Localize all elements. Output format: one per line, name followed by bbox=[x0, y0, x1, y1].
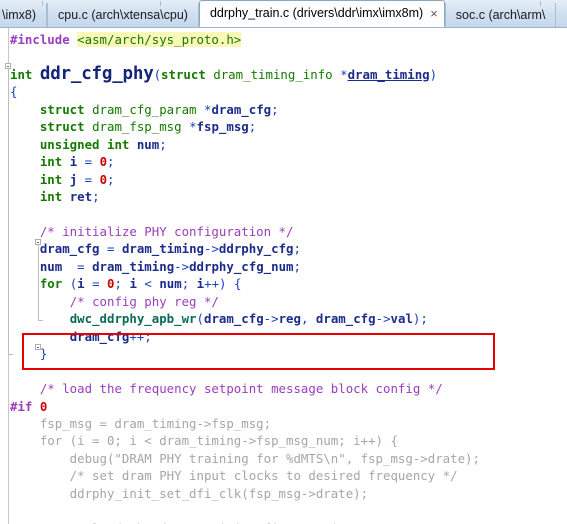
tab-label: ddrphy_train.c (drivers\ddr\imx\imx8m) bbox=[209, 6, 424, 20]
code-line: for (i = 0; i < dram_timing->fsp_msg_num… bbox=[10, 433, 398, 449]
code-line: int ret; bbox=[39, 189, 100, 205]
code-line: num = dram_timing->ddrphy_cfg_num; bbox=[39, 258, 301, 274]
tab-strip-tick bbox=[160, 1, 161, 6]
source-code[interactable]: #include <asm/arch/sys_proto.h> int ddr_… bbox=[0, 28, 567, 524]
code-line: int i = 0; bbox=[39, 154, 115, 170]
code-line: ddrphy_init_set_dfi_clk(fsp_msg->drate); bbox=[10, 485, 369, 501]
code-line: unsigned int num; bbox=[39, 136, 167, 152]
code-line: /* load the frequency setpoint message b… bbox=[39, 381, 443, 397]
code-line: #include <asm/arch/sys_proto.h> bbox=[10, 32, 242, 47]
close-icon[interactable]: × bbox=[430, 7, 438, 20]
code-line: dram_cfg = dram_timing->ddrphy_cfg; bbox=[39, 241, 301, 257]
code-line: struct dram_fsp_msg *fsp_msg; bbox=[39, 119, 257, 135]
code-line: struct dram_cfg_param *dram_cfg; bbox=[39, 101, 279, 117]
tab-label: soc.c (arch\arm\ bbox=[455, 8, 546, 22]
tab-strip-tick bbox=[42, 1, 43, 6]
code-line: /* initialize PHY configuration */ bbox=[39, 223, 294, 239]
code-line: } bbox=[39, 346, 48, 362]
tab-label: cpu.c (arch\xtensa\cpu) bbox=[58, 8, 188, 22]
code-line: #if 0 bbox=[10, 398, 48, 414]
code-line: int j = 0; bbox=[39, 171, 115, 187]
code-line: int ddr_cfg_phy(struct dram_timing_info … bbox=[10, 63, 438, 84]
tab-soc-c[interactable]: soc.c (arch\arm\ bbox=[444, 3, 557, 27]
tab-strip-tick bbox=[540, 1, 541, 6]
tab-label: \imx8) bbox=[2, 8, 37, 22]
code-line: for (i = 0; i < num; i++) { bbox=[39, 276, 242, 292]
tab-cpu-c[interactable]: cpu.c (arch\xtensa\cpu) bbox=[47, 3, 199, 27]
editor-tab-bar[interactable]: \imx8) cpu.c (arch\xtensa\cpu) ddrphy_tr… bbox=[0, 0, 567, 28]
code-line: dram_cfg++; bbox=[69, 328, 152, 344]
code-line: debug("DRAM PHY training for %dMTS\n", f… bbox=[10, 450, 480, 466]
code-line: { bbox=[10, 84, 18, 100]
tab-ddrphy-train-c[interactable]: ddrphy_train.c (drivers\ddr\imx\imx8m) × bbox=[198, 0, 445, 27]
code-line: dwc_ddrphy_apb_wr(dram_cfg->reg, dram_cf… bbox=[69, 311, 428, 327]
code-line: fsp_msg = dram_timing->fsp_msg; bbox=[10, 415, 272, 431]
code-line: /* set dram PHY input clocks to desired … bbox=[10, 468, 458, 484]
editor-text-area[interactable]: #include <asm/arch/sys_proto.h> int ddr_… bbox=[0, 28, 567, 524]
code-line: /* config phy reg */ bbox=[69, 293, 219, 309]
code-editor-window: \imx8) cpu.c (arch\xtensa\cpu) ddrphy_tr… bbox=[0, 0, 567, 524]
tab-imx8[interactable]: \imx8) bbox=[0, 3, 48, 27]
